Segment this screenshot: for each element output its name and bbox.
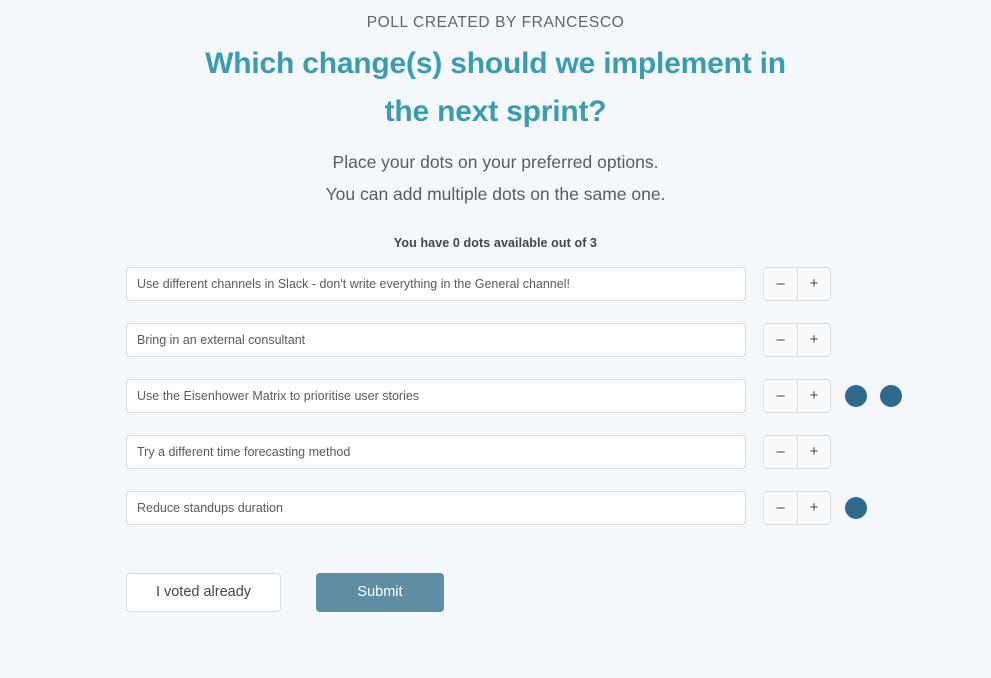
increment-button-4[interactable]: +: [797, 436, 830, 468]
poll-header: POLL CREATED BY FRANCESCO Which change(s…: [0, 0, 991, 210]
increment-button-2[interactable]: +: [797, 324, 830, 356]
option-dots-3: [845, 385, 915, 407]
option-input-2[interactable]: [126, 323, 746, 357]
option-row: – +: [126, 379, 991, 413]
option-stepper-4: – +: [763, 435, 831, 469]
option-row: – +: [126, 323, 991, 357]
option-row: – +: [126, 491, 991, 525]
placed-dot[interactable]: [845, 497, 867, 519]
option-input-4[interactable]: [126, 435, 746, 469]
increment-button-5[interactable]: +: [797, 492, 830, 524]
decrement-button-4[interactable]: –: [764, 436, 797, 468]
option-input-3[interactable]: [126, 379, 746, 413]
decrement-button-3[interactable]: –: [764, 380, 797, 412]
option-row: – +: [126, 435, 991, 469]
placed-dot[interactable]: [880, 385, 902, 407]
poll-actions: I voted already Submit: [0, 573, 991, 612]
options-list: – + – + – + – +: [0, 267, 991, 525]
poll-author-line: POLL CREATED BY FRANCESCO: [366, 14, 625, 31]
option-input-5[interactable]: [126, 491, 746, 525]
poll-instructions: Place your dots on your preferred option…: [0, 146, 991, 210]
option-input-1[interactable]: [126, 267, 746, 301]
increment-button-3[interactable]: +: [797, 380, 830, 412]
instruction-line-2: You can add multiple dots on the same on…: [325, 184, 666, 204]
increment-button-1[interactable]: +: [797, 268, 830, 300]
voted-already-button[interactable]: I voted already: [126, 573, 281, 612]
page-title: Which change(s) should we implement in t…: [205, 47, 786, 128]
placed-dot[interactable]: [845, 385, 867, 407]
option-dots-5: [845, 497, 880, 519]
decrement-button-2[interactable]: –: [764, 324, 797, 356]
option-stepper-3: – +: [763, 379, 831, 413]
option-stepper-5: – +: [763, 491, 831, 525]
submit-button[interactable]: Submit: [316, 573, 444, 612]
poll-page: POLL CREATED BY FRANCESCO Which change(s…: [0, 0, 991, 678]
option-row: – +: [126, 267, 991, 301]
instruction-line-1: Place your dots on your preferred option…: [332, 152, 659, 172]
decrement-button-5[interactable]: –: [764, 492, 797, 524]
dots-available-counter: You have 0 dots available out of 3: [393, 236, 598, 250]
option-stepper-1: – +: [763, 267, 831, 301]
option-stepper-2: – +: [763, 323, 831, 357]
decrement-button-1[interactable]: –: [764, 268, 797, 300]
